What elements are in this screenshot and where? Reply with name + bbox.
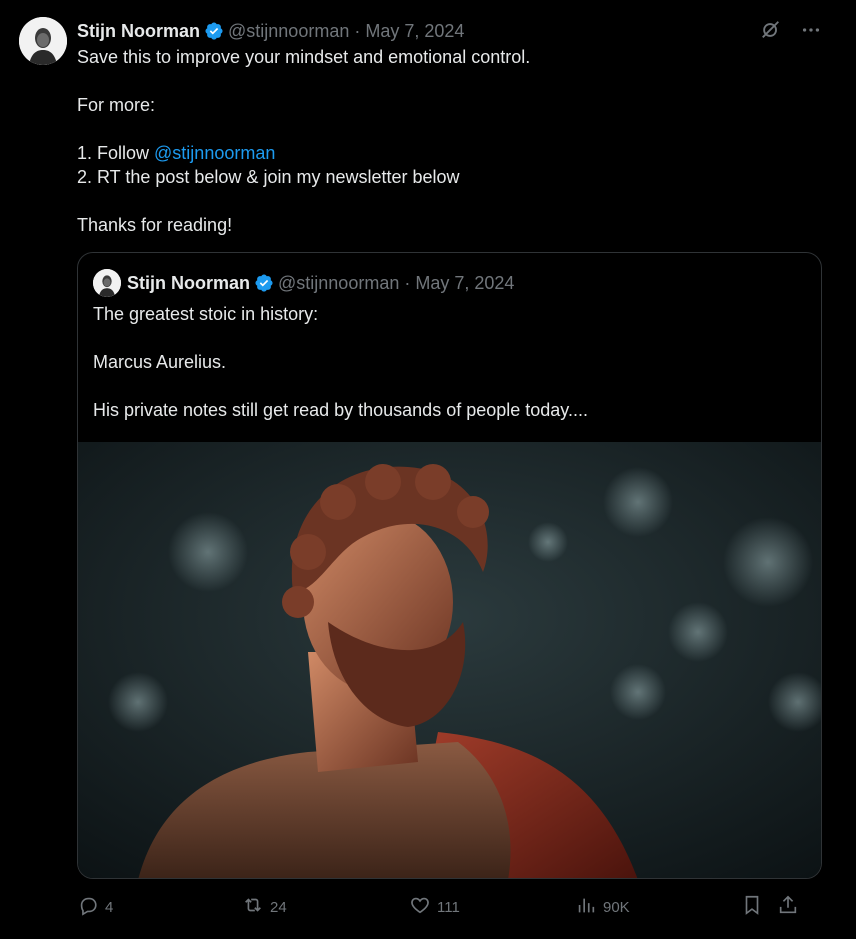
separator-dot: · [404, 272, 411, 293]
post-line: Save this to improve your mindset and em… [77, 47, 531, 67]
top-actions [760, 19, 822, 41]
post-body: Save this to improve your mindset and em… [77, 45, 817, 237]
quoted-post-date[interactable]: May 7, 2024 [415, 273, 514, 294]
reply-button[interactable]: 4 [77, 894, 113, 920]
repost-icon [242, 894, 264, 920]
verified-badge-icon[interactable] [204, 21, 224, 41]
quoted-line: The greatest stoic in history: [93, 304, 319, 324]
quoted-author-handle[interactable]: @stijnnoorman [278, 273, 399, 294]
quoted-author-name[interactable]: Stijn Noorman [127, 273, 250, 294]
author-name[interactable]: Stijn Noorman [77, 21, 200, 42]
post-line: For more: [77, 95, 156, 115]
views-icon [575, 894, 597, 920]
grok-icon[interactable] [760, 19, 782, 41]
author-avatar[interactable] [19, 17, 67, 65]
post-date[interactable]: May 7, 2024 [365, 21, 464, 42]
mention-link[interactable]: @stijnnoorman [154, 143, 275, 163]
follow-prefix: 1. Follow [77, 143, 155, 163]
post-line: Thanks for reading! [77, 215, 233, 235]
share-button[interactable] [777, 894, 799, 920]
more-icon[interactable] [800, 19, 822, 41]
quoted-line: His private notes still get read by thou… [93, 400, 588, 420]
views-button[interactable]: 90K [575, 894, 630, 920]
post-line: 1. Follow @stijnnoorman [77, 141, 817, 165]
repost-button[interactable]: 24 [242, 894, 287, 920]
quoted-body: The greatest stoic in history: Marcus Au… [93, 302, 803, 422]
verified-badge-icon[interactable] [254, 273, 274, 293]
quoted-header: Stijn Noorman @stijnnoorman · May 7, 202… [93, 269, 514, 297]
quoted-avatar[interactable] [93, 269, 121, 297]
post-line: 2. RT the post below & join my newslette… [77, 167, 460, 187]
quoted-line: Marcus Aurelius. [93, 352, 227, 372]
reply-icon [77, 894, 99, 920]
post-header: Stijn Noorman @stijnnoorman · May 7, 202… [77, 19, 464, 43]
author-handle[interactable]: @stijnnoorman [228, 21, 349, 42]
heart-icon [409, 894, 431, 920]
like-button[interactable]: 111 [409, 894, 460, 920]
action-bar: 4 24 111 90K [77, 894, 822, 920]
share-icon [777, 894, 799, 920]
bookmark-button[interactable] [741, 894, 763, 920]
like-count: 111 [437, 898, 460, 916]
quoted-image[interactable] [78, 442, 821, 878]
views-count: 90K [603, 898, 630, 916]
bookmark-icon [741, 894, 763, 920]
reply-count: 4 [105, 898, 114, 916]
quoted-post[interactable]: Stijn Noorman @stijnnoorman · May 7, 202… [77, 252, 822, 879]
separator-dot: · [354, 20, 361, 41]
repost-count: 24 [270, 898, 287, 916]
